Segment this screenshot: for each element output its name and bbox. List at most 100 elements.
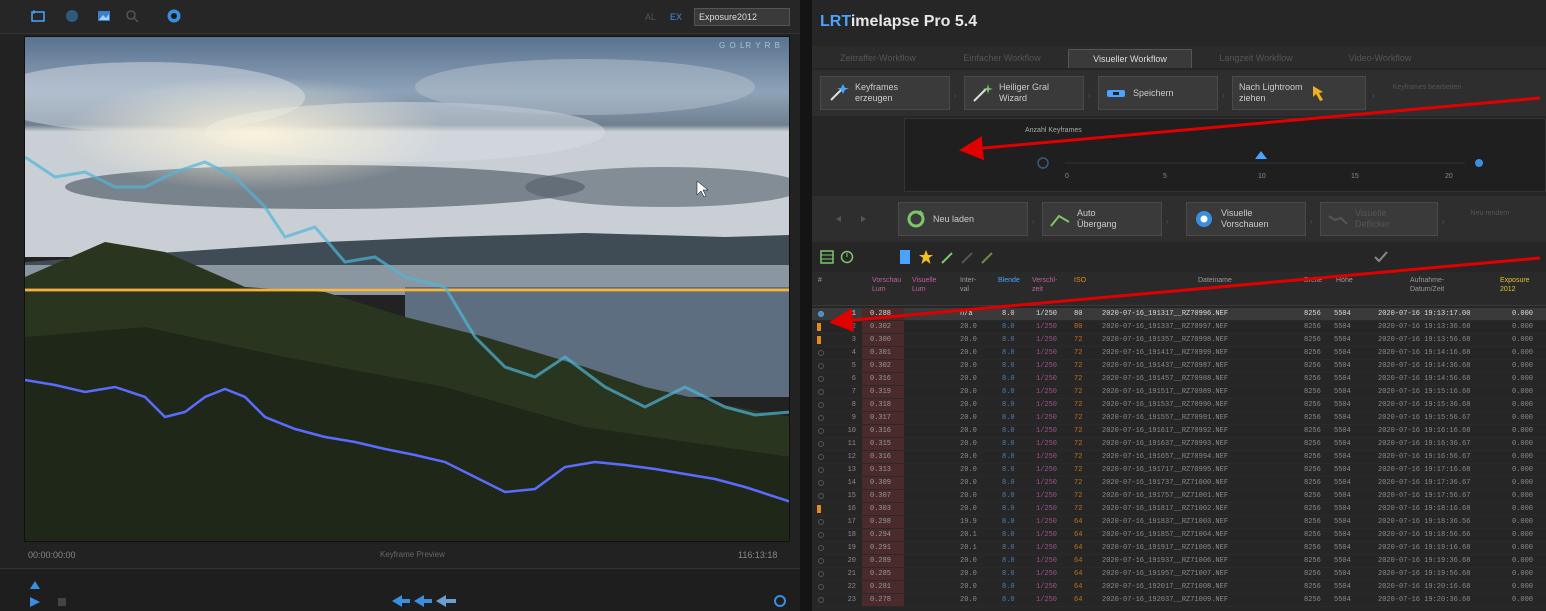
col-header-breite[interactable]: Breite — [1304, 276, 1322, 285]
row-status-icon[interactable] — [818, 376, 824, 382]
col-header-iso[interactable]: ISO — [1074, 276, 1086, 285]
flag-icon[interactable] — [817, 323, 821, 331]
image-icon[interactable] — [96, 8, 112, 24]
row-status-icon[interactable] — [818, 493, 824, 499]
info-icon[interactable] — [64, 8, 80, 24]
col-header-verschlusszeit[interactable]: Verschl-zeit — [1032, 276, 1057, 294]
row-status-icon[interactable] — [818, 467, 824, 473]
table-row[interactable]: 0.313 13 20.0 8.0 1/250 72 2020-07-16_191717__… — [812, 464, 1546, 477]
row-status-icon[interactable] — [818, 428, 824, 434]
row-status-icon[interactable] — [818, 480, 824, 486]
col-header-hoehe[interactable]: Höhe — [1336, 276, 1353, 285]
tab-visueller-workflow[interactable]: Visueller Workflow — [1068, 49, 1192, 68]
table-row[interactable]: 0.318 8 20.0 8.0 1/250 72 2020-07-16_191537__R… — [812, 399, 1546, 412]
table-row[interactable]: 0.316 6 20.0 8.0 1/250 72 2020-07-16_191457__R… — [812, 373, 1546, 386]
nach-lightroom-ziehen-button[interactable]: Nach Lightroom ziehen — [1232, 76, 1366, 110]
curve-property-field[interactable]: Exposure2012 — [694, 8, 790, 26]
table-row[interactable]: 0.301 4 20.0 8.0 1/250 72 2020-07-16_191417__R… — [812, 347, 1546, 360]
row-status-icon[interactable] — [818, 454, 824, 460]
table-row[interactable]: 0.288 1 n/a 8.0 1/250 80 2020-07-16_191317__RZ… — [812, 308, 1546, 321]
brush-icon[interactable] — [960, 249, 976, 265]
crop-icon[interactable] — [30, 8, 46, 24]
stop-icon[interactable] — [58, 598, 66, 606]
tab-langzeit-workflow[interactable]: Langzeit Workflow — [1196, 49, 1316, 68]
col-header-dateiname[interactable]: Dateiname — [1198, 276, 1232, 285]
metadata-icon[interactable] — [898, 249, 912, 265]
curve-select-icon[interactable]: EX — [670, 8, 686, 24]
row-status-icon[interactable] — [818, 402, 824, 408]
col-header-index[interactable]: # — [818, 276, 822, 285]
table-row[interactable]: 0.315 11 20.0 8.0 1/250 72 2020-07-16_191637__… — [812, 438, 1546, 451]
table-row[interactable]: 0.289 20 20.0 8.0 1/250 64 2020-07-16_191937__… — [812, 555, 1546, 568]
col-header-intervall[interactable]: Inter-val — [960, 276, 976, 294]
table-row[interactable]: 0.317 9 20.0 8.0 1/250 72 2020-07-16_191557__R… — [812, 412, 1546, 425]
table-row[interactable]: 0.307 15 20.0 8.0 1/250 72 2020-07-16_191757__… — [812, 490, 1546, 503]
tab-video-workflow[interactable]: Video-Workflow — [1320, 49, 1440, 68]
col-header-visuelle-lum[interactable]: Visuelle Lum — [912, 276, 936, 294]
pen-icon[interactable] — [980, 249, 996, 265]
visuelle-vorschauen-label-1: Visuelle — [1221, 208, 1253, 218]
target-icon[interactable] — [166, 8, 182, 24]
visueller-deflicker-button[interactable]: Visuelle Deflicker — [1320, 202, 1438, 236]
row-status-icon[interactable] — [818, 519, 824, 525]
table-row[interactable]: 0.291 19 20.1 8.0 1/250 64 2020-07-16_191917__… — [812, 542, 1546, 555]
col-header-vorschau-lum[interactable]: Vorschau Lum — [872, 276, 901, 294]
speichern-button[interactable]: Speichern — [1098, 76, 1218, 110]
grid-view-icon[interactable] — [820, 250, 834, 264]
auto-uebergang-button[interactable]: Auto Übergang — [1042, 202, 1162, 236]
preview-overlay-controls[interactable]: G O LR Y R B — [719, 41, 781, 50]
table-row[interactable]: 0.302 5 20.0 8.0 1/250 72 2020-07-16_191437__R… — [812, 360, 1546, 373]
row-status-icon[interactable] — [818, 363, 824, 369]
table-row[interactable]: 0.294 18 20.1 8.0 1/250 64 2020-07-16_191857__… — [812, 529, 1546, 542]
row-status-icon[interactable] — [818, 558, 824, 564]
keyframes-erzeugen-button[interactable]: Keyframes erzeugen — [820, 76, 950, 110]
table-row[interactable]: 0.319 7 20.0 8.0 1/250 72 2020-07-16_191517__R… — [812, 386, 1546, 399]
filter-icon[interactable]: AL — [644, 8, 660, 24]
table-row[interactable]: 0.316 10 20.0 8.0 1/250 72 2020-07-16_191617__… — [812, 425, 1546, 438]
cell-w: 8256 — [1304, 570, 1321, 578]
flag-icon[interactable] — [817, 336, 821, 344]
navigation-arrows-icon[interactable] — [392, 595, 458, 607]
tab-zeitraffer-workflow[interactable]: Zeitraffer-Workflow — [818, 49, 938, 68]
row-status-icon[interactable] — [818, 441, 824, 447]
panel-splitter[interactable] — [800, 0, 812, 611]
refresh-icon[interactable] — [774, 595, 786, 607]
checkmark-icon[interactable] — [1374, 250, 1388, 264]
image-preview[interactable]: G O LR Y R B — [24, 36, 790, 542]
play-icon[interactable] — [30, 597, 40, 607]
row-status-icon[interactable] — [818, 415, 824, 421]
table-row[interactable]: 0.285 21 20.0 8.0 1/250 64 2020-07-16_191957__… — [812, 568, 1546, 581]
tab-einfacher-workflow[interactable]: Einfacher Workflow — [942, 49, 1062, 68]
col-header-exposure[interactable]: Exposure 2012 — [1500, 276, 1530, 294]
row-status-icon[interactable] — [818, 597, 824, 603]
table-row[interactable]: 0.278 23 20.0 8.0 1/250 64 2020-07-16_192037__… — [812, 594, 1546, 607]
clock-icon[interactable] — [840, 250, 854, 264]
row-status-icon[interactable] — [818, 584, 824, 590]
table-row[interactable]: 0.309 14 20.0 8.0 1/250 72 2020-07-16_191737__… — [812, 477, 1546, 490]
flag-icon[interactable] — [817, 505, 821, 513]
up-arrow-icon[interactable] — [30, 581, 40, 589]
star-icon[interactable] — [918, 249, 934, 265]
keyframes-slider-track[interactable] — [905, 119, 1546, 193]
row-status-icon[interactable] — [818, 532, 824, 538]
visuelle-vorschauen-button[interactable]: Visuelle Vorschauen — [1186, 202, 1306, 236]
row-status-icon[interactable] — [818, 350, 824, 356]
table-row[interactable]: 0.302 2 20.0 8.0 1/250 80 2020-07-16_191337__R… — [812, 321, 1546, 334]
table-row[interactable]: 0.298 17 19.9 8.0 1/250 64 2020-07-16_191837__… — [812, 516, 1546, 529]
table-row[interactable]: 0.281 22 20.0 8.0 1/250 64 2020-07-16_192017__… — [812, 581, 1546, 594]
neu-laden-button[interactable]: Neu laden — [898, 202, 1028, 236]
heiliger-gral-wizard-button[interactable]: Heiliger Gral Wizard — [964, 76, 1084, 110]
table-row[interactable]: 0.316 12 20.0 8.0 1/250 72 2020-07-16_191657__… — [812, 451, 1546, 464]
table-row[interactable]: 0.300 3 20.0 8.0 1/250 72 2020-07-16_191357__R… — [812, 334, 1546, 347]
zoom-icon[interactable] — [124, 8, 140, 24]
keyframe-marker-icon[interactable] — [818, 311, 824, 317]
row-status-icon[interactable] — [818, 389, 824, 395]
table-row[interactable]: 0.303 16 20.0 8.0 1/250 72 2020-07-16_191817__… — [812, 503, 1546, 516]
col-header-blende[interactable]: Blende — [998, 276, 1020, 285]
cell-n: 21 — [847, 570, 856, 578]
cell-w: 8256 — [1304, 310, 1321, 318]
col-header-aufnahme-datum[interactable]: Aufnahme- Datum/Zeit — [1410, 276, 1444, 294]
row-status-icon[interactable] — [818, 545, 824, 551]
row-status-icon[interactable] — [818, 571, 824, 577]
wand-sparkle-icon[interactable] — [940, 249, 956, 265]
